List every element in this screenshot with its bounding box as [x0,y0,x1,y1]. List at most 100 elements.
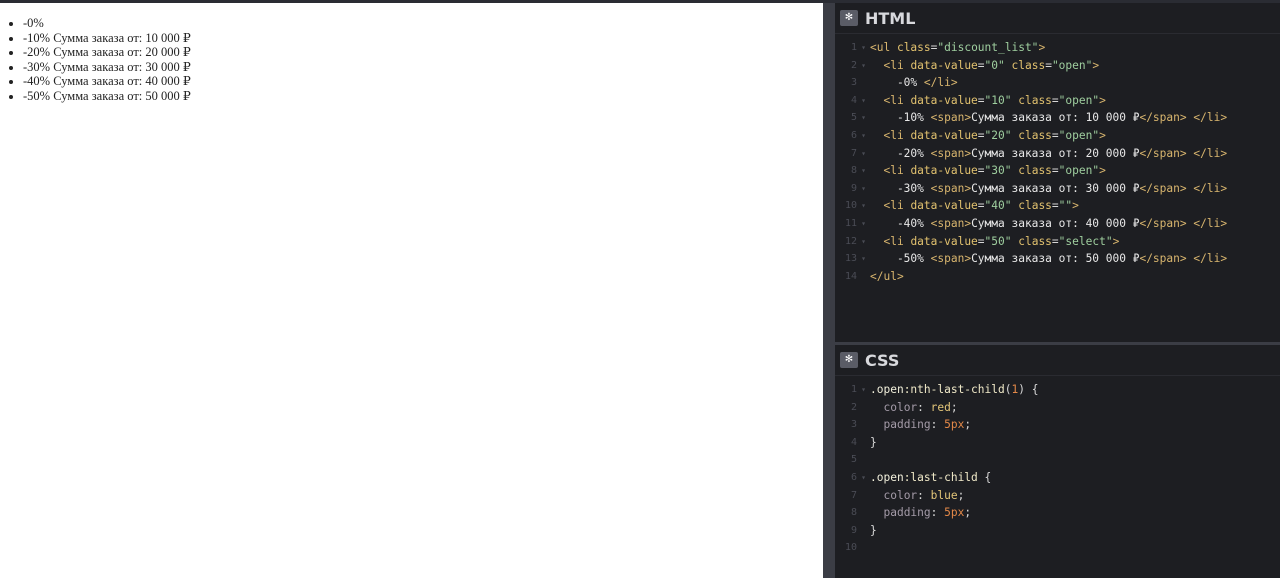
line-number: 10 [844,542,857,554]
fold-arrow-icon[interactable]: ▾ [857,381,870,399]
line-number: 9 [850,182,857,194]
list-item: -40% Сумма заказа от: 40 000 ₽ [23,74,823,89]
fold-arrow-icon [857,399,870,417]
code-line: 12 ▾ <li data-value="50" class="select"> [835,233,1280,251]
html-settings-button[interactable]: ✻ [840,10,858,26]
fold-arrow-icon[interactable]: ▾ [857,250,870,268]
code-text: .open:nth-last-child(1) { [870,383,1039,396]
code-line: 8 padding: 5px; [835,504,1280,522]
fold-arrow-icon[interactable]: ▾ [857,162,870,180]
code-line: 1 ▾ .open:nth-last-child(1) { [835,381,1280,399]
line-number: 8 [850,165,857,177]
code-text: -40% <span>Сумма заказа от: 40 000 ₽</sp… [870,216,1228,230]
code-line: 9 ▾ -30% <span>Сумма заказа от: 30 000 ₽<… [835,180,1280,198]
fold-arrow-icon [857,434,870,452]
code-text: color: blue; [883,488,965,502]
line-number: 12 [844,235,857,247]
code-line: 5 [835,451,1280,469]
line-number: 11 [844,217,857,229]
code-line: 2 color: red; [835,399,1280,417]
fold-arrow-icon [857,504,870,522]
fold-arrow-icon[interactable]: ▾ [857,92,870,110]
line-number: 5 [850,112,857,124]
code-text: <li data-value="10" class="open"> [883,93,1106,107]
code-line: 4} [835,434,1280,452]
line-number: 3 [850,419,857,431]
line-number: 10 [844,200,857,212]
code-text: <ul class="discount_list"> [870,41,1046,54]
code-line: 10 ▾ <li data-value="40" class=""> [835,197,1280,215]
css-settings-button[interactable]: ✻ [840,352,858,368]
code-line: 7 color: blue; [835,487,1280,505]
line-number: 14 [844,270,857,282]
css-panel-title: CSS [865,350,900,370]
code-text: <li data-value="20" class="open"> [883,128,1106,142]
line-number: 13 [844,253,857,265]
code-line: 3 padding: 5px; [835,416,1280,434]
code-line: 2 ▾ <li data-value="0" class="open"> [835,57,1280,75]
line-number: 2 [850,401,857,413]
fold-arrow-icon[interactable]: ▾ [857,469,870,487]
fold-arrow-icon[interactable]: ▾ [857,57,870,75]
fold-arrow-icon[interactable]: ▾ [857,197,870,215]
code-line: 7 ▾ -20% <span>Сумма заказа от: 20 000 ₽<… [835,145,1280,163]
fold-arrow-icon [857,74,870,92]
code-line: 1 ▾ <ul class="discount_list"> [835,39,1280,57]
code-text: <li data-value="40" class=""> [883,199,1079,213]
code-line: 5 ▾ -10% <span>Сумма заказа от: 10 000 ₽<… [835,109,1280,127]
list-item: -20% Сумма заказа от: 20 000 ₽ [23,45,823,60]
code-text: } [870,523,877,537]
code-text: -50% <span>Сумма заказа от: 50 000 ₽</sp… [870,252,1228,266]
code-line: 9} [835,522,1280,540]
pane-resize-handle[interactable] [823,3,835,578]
fold-arrow-icon[interactable]: ▾ [857,109,870,127]
line-number: 1 [850,384,857,395]
fold-arrow-icon [857,268,870,286]
line-number: 7 [850,489,857,501]
code-text: -0% </li> [870,76,958,90]
code-line: 3 -0% </li> [835,74,1280,92]
css-code-editor[interactable]: 1 ▾ .open:nth-last-child(1) {2 color: red;… [835,376,1280,557]
code-text: -10% <span>Сумма заказа от: 10 000 ₽</sp… [870,111,1228,125]
code-line: 11 ▾ -40% <span>Сумма заказа от: 40 000 ₽… [835,215,1280,233]
list-item: -0% [23,16,823,31]
line-number: 1 [850,42,857,53]
code-text: </ul> [870,269,904,283]
list-item: -50% Сумма заказа от: 50 000 ₽ [23,89,823,104]
fold-arrow-icon [857,451,870,469]
line-number: 5 [850,454,857,466]
list-item: -30% Сумма заказа от: 30 000 ₽ [23,60,823,75]
fold-arrow-icon [857,487,870,505]
result-preview: -0% -10% Сумма заказа от: 10 000 ₽ -20% … [0,3,823,578]
fold-arrow-icon[interactable]: ▾ [857,180,870,198]
line-number: 6 [850,471,857,483]
gear-icon: ✻ [844,12,854,23]
code-text: <li data-value="30" class="open"> [883,164,1106,178]
line-number: 4 [850,94,857,106]
code-text: <li data-value="50" class="select"> [883,234,1120,248]
line-number: 8 [850,507,857,519]
code-text: .open:last-child { [870,470,992,484]
fold-arrow-icon[interactable]: ▾ [857,233,870,251]
code-line: 8 ▾ <li data-value="30" class="open"> [835,162,1280,180]
fold-arrow-icon[interactable]: ▾ [857,127,870,145]
code-line: 14 </ul> [835,268,1280,286]
gear-icon: ✻ [844,354,854,365]
line-number: 3 [850,77,857,89]
code-text: -30% <span>Сумма заказа от: 30 000 ₽</sp… [870,181,1228,195]
html-panel-header: ✻ HTML [835,3,1280,34]
code-line: 6 ▾ .open:last-child { [835,469,1280,487]
code-line: 10 [835,539,1280,557]
code-text: padding: 5px; [883,418,972,432]
fold-arrow-icon[interactable]: ▾ [857,145,870,163]
fold-arrow-icon[interactable]: ▾ [857,215,870,233]
line-number: 9 [850,524,857,536]
fold-arrow-icon[interactable]: ▾ [857,39,870,57]
code-text: -20% <span>Сумма заказа от: 20 000 ₽</sp… [870,146,1228,160]
html-code-editor[interactable]: 1 ▾ <ul class="discount_list"> 2 ▾ <li data-… [835,34,1280,285]
css-panel-header: ✻ CSS [835,345,1280,376]
list-item: -10% Сумма заказа от: 10 000 ₽ [23,31,823,46]
line-number: 6 [850,129,857,141]
line-number: 7 [850,147,857,159]
line-number: 2 [850,59,857,71]
